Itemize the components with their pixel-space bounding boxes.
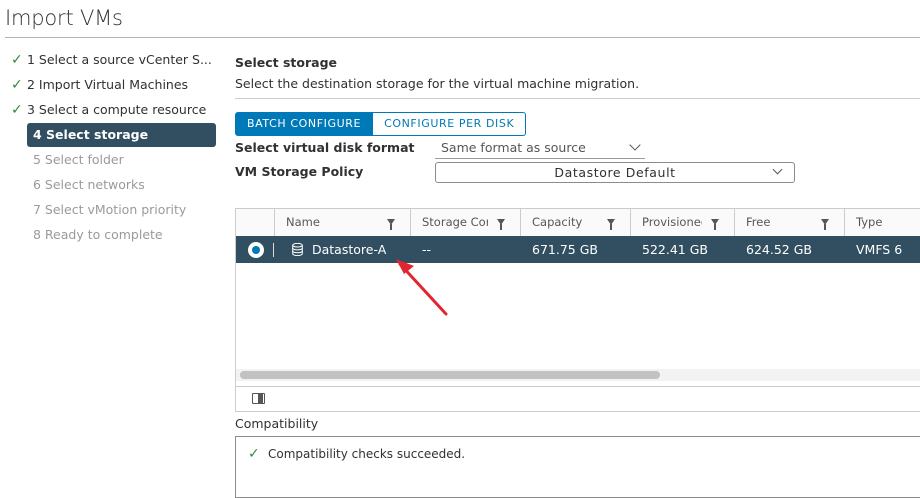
column-header-provisioned[interactable]: Provisioned	[630, 209, 734, 236]
column-header-type[interactable]: Type	[844, 209, 920, 236]
storage-policy-select[interactable]: Datastore Default	[435, 162, 795, 183]
step-select-storage[interactable]: 4 Select storage	[27, 123, 216, 147]
step-import-vms[interactable]: 2 Import Virtual Machines	[27, 73, 215, 97]
title-divider	[5, 37, 920, 38]
column-header-name[interactable]: Name	[274, 209, 410, 236]
filter-icon[interactable]	[497, 219, 505, 230]
step-select-folder: 5 Select folder	[27, 148, 221, 172]
step-label: 2 Import Virtual Machines	[27, 77, 189, 92]
check-icon: ✓	[11, 102, 23, 118]
cell-provisioned: 522.41 GB	[642, 242, 708, 257]
step-label: 1 Select a source vCenter S...	[27, 52, 212, 67]
table-row[interactable]: Datastore-A -- 671.75 GB 522.41 GB 624.5…	[236, 236, 920, 263]
filter-icon[interactable]	[711, 219, 719, 230]
column-label: Type	[856, 215, 883, 229]
page-title: Select storage	[235, 55, 338, 70]
check-icon: ✓	[11, 52, 23, 68]
step-select-networks: 6 Select networks	[27, 173, 221, 197]
grid-footer	[236, 386, 920, 411]
grid-header: Name Storage Con Capacity Provisioned Fr…	[236, 209, 920, 237]
row-select-radio[interactable]	[248, 242, 264, 258]
compatibility-panel: ✓ Compatibility checks succeeded.	[235, 436, 920, 498]
datastore-grid: Name Storage Con Capacity Provisioned Fr…	[235, 208, 920, 412]
storage-policy-label: VM Storage Policy	[235, 164, 364, 179]
column-toggle-icon[interactable]	[252, 393, 265, 404]
cell-capacity: 671.75 GB	[532, 242, 598, 257]
filter-icon[interactable]	[387, 219, 395, 230]
storage-policy-value: Datastore Default	[554, 165, 676, 180]
scrollbar-thumb[interactable]	[240, 371, 660, 379]
disk-format-select[interactable]: Same format as source	[435, 138, 645, 159]
column-label: Free	[746, 215, 771, 229]
row-divider	[273, 243, 274, 257]
disk-format-value: Same format as source	[441, 140, 586, 155]
datastore-icon	[292, 243, 303, 256]
column-label: Storage Con	[422, 215, 488, 229]
configure-per-disk-button[interactable]: CONFIGURE PER DISK	[373, 112, 527, 136]
step-vmotion-priority: 7 Select vMotion priority	[27, 198, 221, 222]
filter-icon[interactable]	[821, 219, 829, 230]
step-label: 6 Select networks	[33, 177, 145, 192]
cell-free: 624.52 GB	[746, 242, 812, 257]
column-label: Name	[286, 215, 320, 229]
page-description: Select the destination storage for the v…	[235, 76, 640, 91]
batch-configure-button[interactable]: BATCH CONFIGURE	[235, 112, 374, 136]
annotation-arrow-icon	[396, 259, 448, 316]
chevron-down-icon	[629, 139, 641, 151]
cell-type: VMFS 6	[856, 242, 903, 257]
step-compute-resource[interactable]: 3 Select a compute resource	[27, 98, 215, 122]
configure-mode-toggle: BATCH CONFIGURE CONFIGURE PER DISK	[235, 112, 527, 136]
column-header-free[interactable]: Free	[734, 209, 844, 236]
compatibility-message: Compatibility checks succeeded.	[268, 447, 466, 461]
section-divider	[235, 98, 920, 99]
step-label: 3 Select a compute resource	[27, 102, 207, 117]
dialog-title: Import VMs	[5, 6, 123, 30]
compatibility-label: Compatibility	[235, 416, 319, 431]
check-icon: ✓	[11, 77, 23, 93]
cell-name: Datastore-A	[312, 242, 387, 257]
column-header-capacity[interactable]: Capacity	[520, 209, 630, 236]
column-label: Capacity	[532, 215, 583, 229]
step-label: 8 Ready to complete	[33, 227, 163, 242]
step-label: 4 Select storage	[33, 127, 149, 142]
horizontal-scrollbar[interactable]	[236, 369, 920, 381]
disk-format-label: Select virtual disk format	[235, 140, 415, 155]
step-label: 5 Select folder	[33, 152, 124, 167]
step-ready-to-complete: 8 Ready to complete	[27, 223, 221, 247]
column-header-storage-compat[interactable]: Storage Con	[410, 209, 520, 236]
step-select-source[interactable]: 1 Select a source vCenter S...	[27, 48, 215, 72]
filter-icon[interactable]	[607, 219, 615, 230]
success-check-icon: ✓	[248, 446, 260, 462]
step-label: 7 Select vMotion priority	[33, 202, 187, 217]
column-label: Provisioned	[642, 215, 702, 229]
